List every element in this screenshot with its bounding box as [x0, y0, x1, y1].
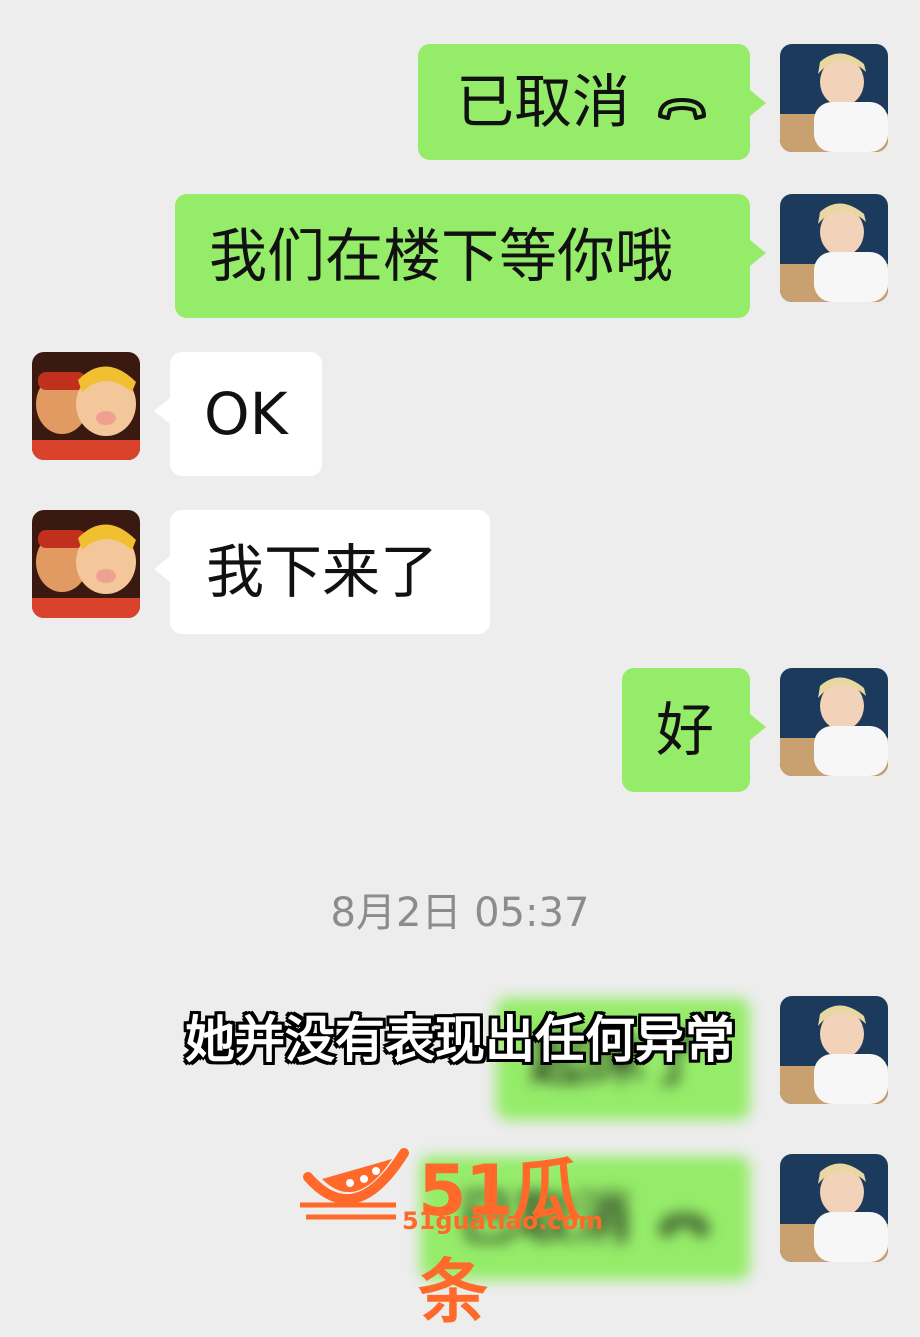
message-text: 我们在楼下等你哦	[209, 222, 674, 290]
phone-hangup-icon	[654, 73, 710, 131]
contact-avatar[interactable]	[32, 352, 140, 460]
video-caption: 她并没有表现出任何异常	[185, 1011, 735, 1069]
my-avatar[interactable]	[780, 668, 888, 776]
my-avatar[interactable]	[780, 44, 888, 152]
message-bubble-sent[interactable]: 我们在楼下等你哦	[175, 194, 750, 318]
bubble-tail	[154, 398, 170, 424]
message-bubble-sent[interactable]: 已取消	[418, 44, 750, 160]
message-text: OK	[204, 380, 288, 448]
bubble-tail	[750, 714, 766, 740]
phone-hangup-icon	[656, 1189, 712, 1247]
message-text: 已取消	[456, 68, 631, 136]
bubble-tail	[154, 556, 170, 582]
watermark-url: 51guatiao.com	[402, 1207, 604, 1235]
watermelon-logo-icon	[300, 1148, 409, 1220]
contact-avatar[interactable]	[32, 510, 140, 618]
message-bubble-received[interactable]: OK	[170, 352, 322, 476]
watermark-brand: 51瓜条	[418, 1150, 581, 1333]
bubble-tail	[750, 90, 766, 116]
my-avatar[interactable]	[780, 194, 888, 302]
message-text: 好	[656, 696, 715, 764]
chat-timestamp: 8月2日 05:37	[330, 890, 590, 936]
message-bubble-sent[interactable]: 好	[622, 668, 750, 792]
watermark-logo: 51瓜条 51guatiao.com	[300, 1135, 630, 1333]
my-avatar[interactable]	[780, 1154, 888, 1262]
bubble-tail	[750, 240, 766, 266]
message-bubble-received[interactable]: 我下来了	[170, 510, 490, 634]
message-text: 我下来了	[206, 538, 439, 606]
